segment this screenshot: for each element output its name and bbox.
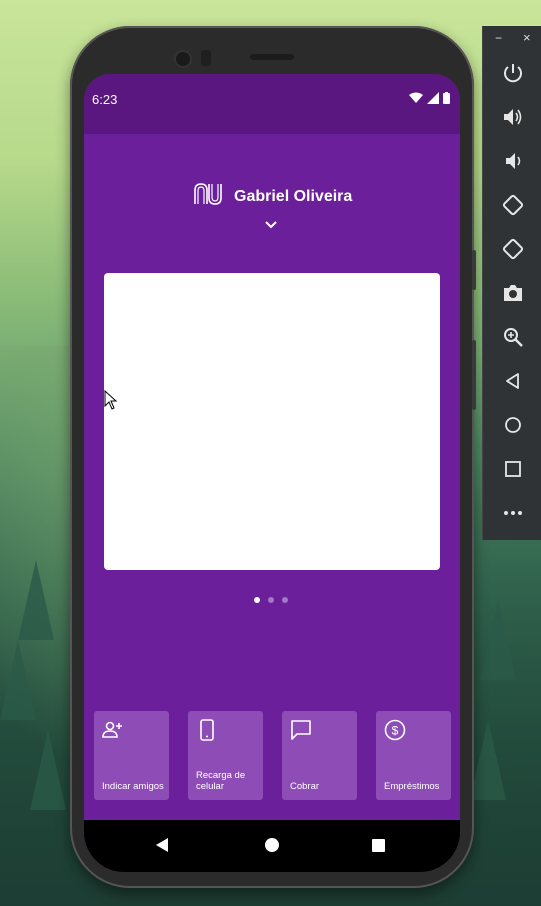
front-camera bbox=[176, 52, 190, 66]
nav-home-button[interactable] bbox=[265, 838, 279, 852]
power-icon[interactable] bbox=[502, 62, 524, 84]
nubank-logo-icon bbox=[194, 183, 222, 205]
android-nav-bar bbox=[84, 820, 460, 872]
phone-side-button bbox=[472, 250, 476, 290]
earpiece-speaker bbox=[250, 54, 294, 60]
status-bar: 6:23 bbox=[84, 74, 460, 134]
rotate-right-icon[interactable] bbox=[502, 238, 524, 260]
minimize-button[interactable]: − bbox=[495, 31, 502, 45]
shortcut-recarga-celular[interactable]: Recarga de celular bbox=[188, 711, 263, 800]
shortcut-cobrar[interactable]: Cobrar bbox=[282, 711, 357, 800]
wallpaper-tree bbox=[480, 600, 516, 680]
shortcut-label: Indicar amigos bbox=[102, 781, 164, 792]
close-button[interactable]: × bbox=[523, 30, 531, 45]
toolbar-titlebar: − × bbox=[483, 26, 541, 54]
rotate-left-icon[interactable] bbox=[502, 194, 524, 216]
more-icon[interactable] bbox=[502, 502, 524, 524]
wallpaper-tree bbox=[0, 640, 36, 720]
status-icons bbox=[409, 92, 450, 104]
wifi-icon bbox=[409, 92, 423, 103]
home-icon[interactable] bbox=[502, 414, 524, 436]
chevron-down-icon[interactable] bbox=[264, 220, 278, 230]
wallpaper-tree bbox=[18, 560, 54, 640]
wallpaper-tree bbox=[470, 720, 506, 800]
carousel-indicator bbox=[254, 597, 288, 603]
svg-text:$: $ bbox=[392, 724, 399, 738]
shortcut-label: Empréstimos bbox=[384, 781, 440, 792]
volume-down-icon[interactable] bbox=[502, 150, 524, 172]
mouse-cursor-icon bbox=[104, 390, 118, 410]
wallpaper-tree bbox=[30, 730, 66, 810]
carousel-dot[interactable] bbox=[282, 597, 288, 603]
shortcut-indicar-amigos[interactable]: Indicar amigos bbox=[94, 711, 169, 800]
user-name: Gabriel Oliveira bbox=[234, 188, 353, 205]
emulator-toolbar: − × bbox=[482, 26, 541, 540]
shortcut-row: Indicar amigos Recarga de celular Cobrar… bbox=[94, 711, 451, 800]
sensor bbox=[201, 50, 211, 66]
app-content: Gabriel Oliveira Indicar amigos Recarga … bbox=[84, 134, 460, 820]
nav-recents-button[interactable] bbox=[372, 839, 385, 852]
overview-icon[interactable] bbox=[502, 458, 524, 480]
carousel-dot[interactable] bbox=[268, 597, 274, 603]
chat-icon bbox=[291, 720, 311, 740]
dollar-circle-icon: $ bbox=[384, 719, 406, 741]
back-icon[interactable] bbox=[502, 370, 524, 392]
status-time: 6:23 bbox=[92, 92, 118, 107]
zoom-icon[interactable] bbox=[502, 326, 524, 348]
account-card[interactable] bbox=[104, 273, 440, 570]
shortcut-label: Cobrar bbox=[290, 781, 320, 792]
battery-icon bbox=[443, 92, 450, 104]
phone-side-button bbox=[472, 340, 476, 410]
camera-icon[interactable] bbox=[502, 282, 524, 304]
phone-icon bbox=[200, 719, 214, 741]
phone-screen: 6:23 Gabriel Oliveira Indicar amigos Rec… bbox=[84, 74, 460, 872]
shortcut-emprestimos[interactable]: $ Empréstimos bbox=[376, 711, 451, 800]
volume-up-icon[interactable] bbox=[502, 106, 524, 128]
add-person-icon bbox=[102, 721, 122, 738]
nav-back-button[interactable] bbox=[156, 838, 168, 852]
shortcut-label: Recarga de celular bbox=[196, 770, 246, 792]
carousel-dot-active[interactable] bbox=[254, 597, 260, 603]
signal-icon bbox=[427, 92, 439, 104]
